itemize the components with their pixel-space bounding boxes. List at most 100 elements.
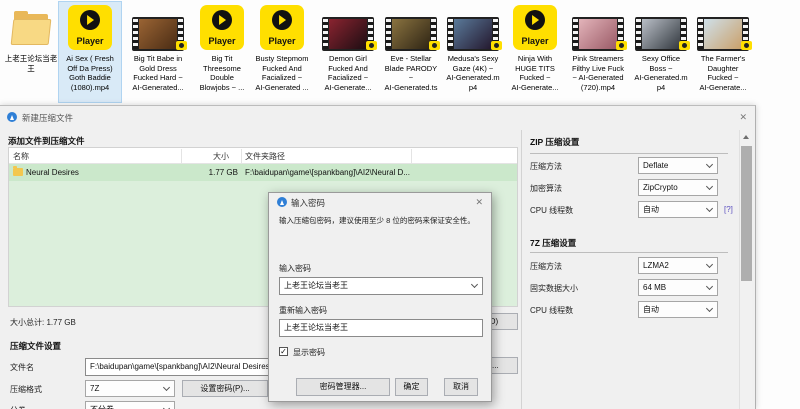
desktop-icon-video-8[interactable]: Player Ninja With HUGE TITS Fucked ~ AI-…: [504, 2, 566, 102]
desktop-icon-video-3[interactable]: Player Big Tit Threesome Double Blowjobs…: [191, 2, 253, 102]
password-combo-input[interactable]: 上老王论坛当老王: [279, 277, 483, 295]
dialog-titlebar[interactable]: 新建压缩文件 ✕: [0, 106, 755, 130]
desktop-icon-video-10[interactable]: Sexy Office Boss ~ AI-Generated.m p4: [630, 2, 692, 102]
desktop-icon-label: 上老王论坛当老 王: [0, 54, 62, 73]
player-badge-icon: [176, 41, 187, 50]
volume-select[interactable]: 不分卷: [85, 401, 175, 409]
close-icon[interactable]: ✕: [475, 197, 483, 208]
close-icon[interactable]: ✕: [739, 112, 747, 123]
chevron-down-icon: [706, 260, 713, 267]
play-icon: [532, 15, 539, 25]
dialog-title: 输入密码: [291, 197, 325, 209]
scroll-up-icon[interactable]: [740, 130, 753, 143]
chevron-down-icon: [706, 304, 713, 311]
chevron-down-icon: [163, 404, 170, 409]
reenter-password-input[interactable]: 上老王论坛当老王: [279, 319, 483, 337]
desktop-icon-label: Pink Streamers Filthy Live Fuck ~ AI-Gen…: [567, 54, 629, 92]
filename-label: 文件名: [10, 362, 34, 373]
list-header[interactable]: 名称 大小 文件夹路径: [9, 148, 517, 164]
scrollbar[interactable]: [739, 130, 752, 409]
folder-icon: [13, 168, 23, 176]
reenter-password-label: 重新输入密码: [279, 305, 327, 316]
zip-threads-select[interactable]: 自动: [638, 201, 718, 218]
row-name: Neural Desires: [26, 168, 79, 177]
password-hint-text: 输入压缩包密码，建议使用至少 8 位的密码来保证安全性。: [279, 215, 487, 226]
password-manager-button[interactable]: 密码管理器...: [296, 378, 390, 396]
zip-encryption-select[interactable]: ZipCrypto: [638, 179, 718, 196]
app-icon: [7, 112, 17, 122]
player-badge-icon: [491, 41, 502, 50]
desktop-icon-label: Demon Girl Fucked And Facialized ~ AI-Ge…: [317, 54, 379, 92]
show-password-label: 显示密码: [293, 347, 325, 358]
ok-button[interactable]: 确定: [395, 378, 428, 396]
solid-size-label: 固实数据大小: [530, 283, 578, 294]
enter-password-dialog: 输入密码 ✕ 输入压缩包密码，建议使用至少 8 位的密码来保证安全性。 输入密码…: [268, 192, 492, 402]
sevenzip-method-label: 压缩方法: [530, 261, 562, 272]
player-app-icon: Player: [200, 5, 244, 50]
video-thumbnail-icon: [635, 17, 687, 51]
scrollbar-thumb[interactable]: [741, 146, 752, 281]
enter-password-label: 输入密码: [279, 263, 311, 274]
desktop-icon-folder[interactable]: 上老王论坛当老 王: [0, 2, 62, 102]
desktop-icon-label: Ai Sex ( Fresh Off Da Press) Goth Baddie…: [59, 54, 121, 92]
video-thumbnail-icon: [322, 17, 374, 51]
dialog-title: 新建压缩文件: [22, 112, 73, 124]
video-thumbnail-icon: [572, 17, 624, 51]
video-thumbnail-icon: [385, 17, 437, 51]
desktop-icon-label: Eve - Stellar Blade PARODY ~ AI-Generate…: [380, 54, 442, 92]
desktop-icon-video-1[interactable]: Player Ai Sex ( Fresh Off Da Press) Goth…: [59, 2, 121, 102]
table-row[interactable]: Neural Desires 1.77 GB F:\baidupan\game\…: [9, 164, 517, 181]
play-icon: [87, 15, 94, 25]
column-header-path[interactable]: 文件夹路径: [245, 151, 285, 162]
column-header-size[interactable]: 大小: [213, 151, 229, 162]
player-app-icon: Player: [68, 5, 112, 50]
desktop-icon-video-2[interactable]: Big Tit Babe in Gold Dress Fucked Hard ~…: [127, 2, 189, 102]
help-link[interactable]: [?]: [724, 205, 733, 214]
add-files-section-title: 添加文件到压缩文件: [8, 135, 85, 147]
player-app-icon: Player: [513, 5, 557, 50]
sevenzip-method-select[interactable]: LZMA2: [638, 257, 718, 274]
cancel-button[interactable]: 取消: [444, 378, 478, 396]
desktop-icon-video-5[interactable]: Demon Girl Fucked And Facialized ~ AI-Ge…: [317, 2, 379, 102]
zip-settings-title: ZIP 压缩设置: [530, 136, 579, 148]
set-password-button[interactable]: 设置密码(P)...: [182, 380, 268, 397]
desktop-icon-label: Big Tit Babe in Gold Dress Fucked Hard ~…: [127, 54, 189, 92]
divider: [530, 252, 728, 253]
column-header-name[interactable]: 名称: [13, 151, 29, 162]
chevron-down-icon: [706, 204, 713, 211]
sevenzip-threads-label: CPU 线程数: [530, 305, 573, 316]
video-thumbnail-icon: [447, 17, 499, 51]
video-thumbnail-icon: [132, 17, 184, 51]
play-icon: [279, 15, 286, 25]
solid-size-select[interactable]: 64 MB: [638, 279, 718, 296]
chevron-down-icon: [706, 160, 713, 167]
format-select[interactable]: 7Z: [85, 380, 175, 397]
chevron-down-icon: [471, 281, 478, 288]
desktop-icon-label: Big Tit Threesome Double Blowjobs ~ ...: [191, 54, 253, 92]
player-badge-icon: [616, 41, 627, 50]
row-path: F:\baidupan\game\[spankbang]\AI2\Neural …: [245, 168, 410, 177]
desktop-icon-video-4[interactable]: Player Busty Stepmom Fucked And Facializ…: [251, 2, 313, 102]
desktop-icon-video-6[interactable]: Eve - Stellar Blade PARODY ~ AI-Generate…: [380, 2, 442, 102]
player-app-icon: Player: [260, 5, 304, 50]
zip-method-select[interactable]: Deflate: [638, 157, 718, 174]
app-icon: [277, 197, 287, 207]
format-label: 压缩格式: [10, 384, 42, 395]
desktop-icon-video-7[interactable]: Medusa's Sexy Gaze (4K) ~ AI-Generated.m…: [442, 2, 504, 102]
zip-threads-label: CPU 线程数: [530, 205, 573, 216]
volume-label: 分卷: [10, 405, 26, 409]
chevron-down-icon: [706, 182, 713, 189]
show-password-checkbox[interactable]: ✓: [279, 347, 288, 356]
desktop-icon-video-11[interactable]: The Farmer's Daughter Fucked ~ AI-Genera…: [692, 2, 754, 102]
desktop-icon-label: Medusa's Sexy Gaze (4K) ~ AI-Generated.m…: [442, 54, 504, 92]
total-size-label: 大小总计: 1.77 GB: [10, 317, 76, 328]
desktop-icon-label: Ninja With HUGE TITS Fucked ~ AI-Generat…: [504, 54, 566, 92]
folder-icon: [12, 10, 52, 48]
desktop-icon-video-9[interactable]: Pink Streamers Filthy Live Fuck ~ AI-Gen…: [567, 2, 629, 102]
player-badge-icon: [679, 41, 690, 50]
archive-settings-section-title: 压缩文件设置: [10, 340, 61, 352]
dialog-titlebar[interactable]: 输入密码 ✕: [269, 193, 491, 211]
player-badge-icon: [366, 41, 377, 50]
video-thumbnail-icon: [697, 17, 749, 51]
sevenzip-threads-select[interactable]: 自动: [638, 301, 718, 318]
